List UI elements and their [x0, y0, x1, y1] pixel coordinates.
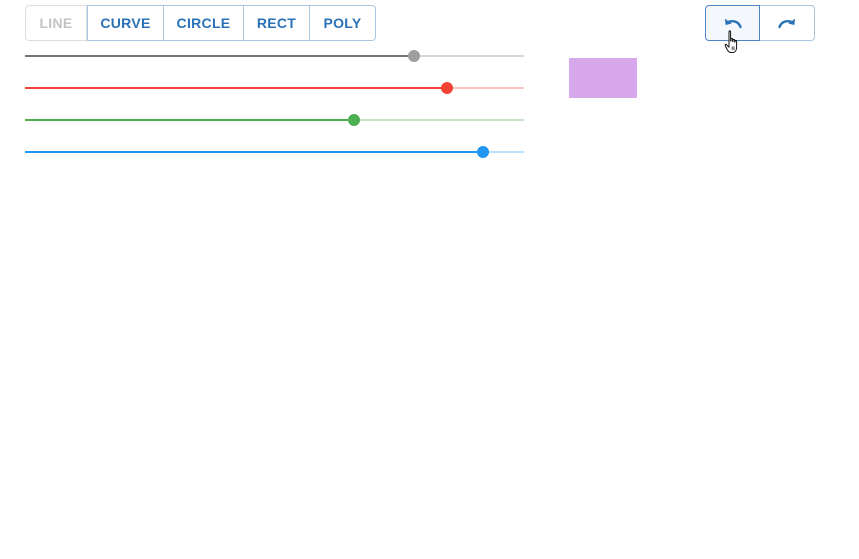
green-slider-thumb[interactable] [348, 114, 361, 126]
undo-button[interactable] [705, 5, 760, 41]
tool-line-button[interactable]: LINE [25, 5, 87, 41]
tool-rect-button[interactable]: RECT [244, 5, 310, 41]
drawing-app: LINE CURVE CIRCLE RECT POLY [0, 0, 859, 559]
tool-selector: LINE CURVE CIRCLE RECT POLY [25, 5, 376, 41]
alpha-slider[interactable] [25, 49, 524, 63]
red-slider-thumb[interactable] [440, 82, 453, 94]
history-controls [705, 5, 815, 41]
tool-circle-button[interactable]: CIRCLE [164, 5, 244, 41]
blue-slider-fill [25, 151, 484, 153]
red-slider[interactable] [25, 81, 524, 95]
green-slider[interactable] [25, 113, 524, 127]
green-slider-fill [25, 119, 355, 121]
alpha-slider-thumb[interactable] [408, 50, 421, 62]
color-preview-swatch [569, 58, 637, 98]
tool-poly-button[interactable]: POLY [310, 5, 376, 41]
redo-button[interactable] [760, 5, 815, 41]
alpha-slider-fill [25, 55, 415, 57]
blue-slider-thumb[interactable] [477, 146, 490, 158]
undo-icon [724, 18, 742, 29]
tool-curve-button[interactable]: CURVE [87, 5, 164, 41]
redo-icon [778, 18, 795, 29]
red-slider-fill [25, 87, 447, 89]
blue-slider[interactable] [25, 145, 524, 159]
